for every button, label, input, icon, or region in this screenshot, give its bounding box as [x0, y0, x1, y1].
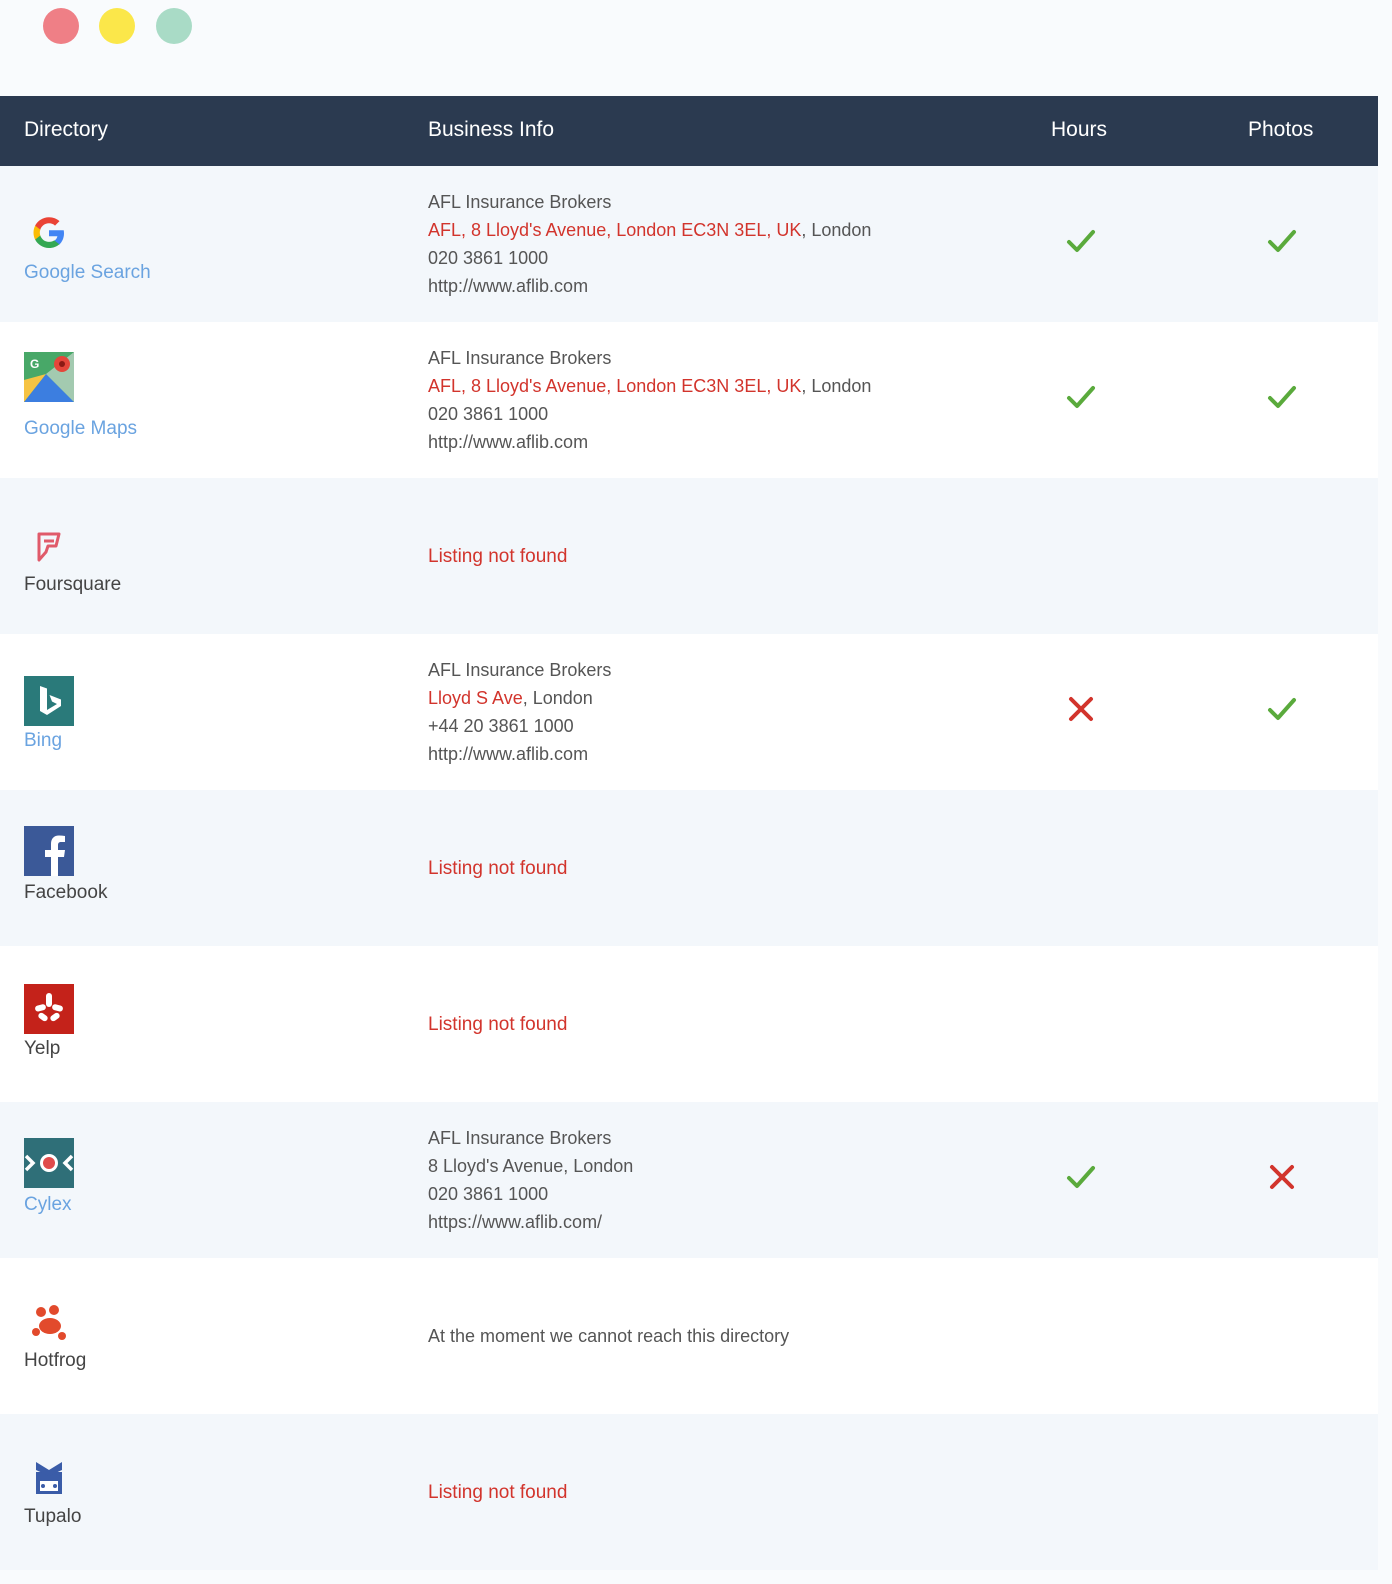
table-row: Bing AFL Insurance Brokers Lloyd S Ave, … [0, 634, 1378, 790]
cross-icon [1069, 697, 1093, 721]
business-name: AFL Insurance Brokers [428, 660, 612, 680]
business-info: AFL Insurance Brokers 8 Lloyd's Avenue, … [428, 1124, 633, 1236]
table-row: Google Search AFL Insurance Brokers AFL,… [0, 166, 1378, 322]
listings-table: Directory Business Info Hours Photos Goo… [0, 96, 1378, 1570]
directory-name-yelp: Yelp [24, 1038, 61, 1059]
address-mismatch: AFL, 8 Lloyd's Avenue, London EC3N 3EL, … [428, 220, 802, 240]
business-website: http://www.aflib.com [428, 432, 589, 452]
table-row: Tupalo Listing not found [0, 1414, 1378, 1570]
directory-link-bing[interactable]: Bing [24, 730, 62, 752]
table-row: Hotfrog At the moment we cannot reach th… [0, 1258, 1378, 1414]
header-business-info: Business Info [428, 118, 555, 141]
directory-unreachable: At the moment we cannot reach this direc… [428, 1326, 790, 1346]
foursquare-icon [37, 532, 61, 562]
svg-text:G: G [30, 357, 39, 371]
directory-name-hotfrog: Hotfrog [24, 1350, 87, 1371]
check-icon [1067, 230, 1095, 252]
bing-icon [24, 676, 74, 726]
close-window-button[interactable] [43, 8, 79, 44]
business-phone: 020 3861 1000 [428, 404, 549, 424]
check-icon [1067, 1166, 1095, 1188]
address-mismatch: AFL, 8 Lloyd's Avenue, London EC3N 3EL, … [428, 376, 802, 396]
tupalo-icon [36, 1462, 62, 1494]
google-icon [33, 217, 64, 248]
listing-not-found: Listing not found [428, 1482, 568, 1503]
business-website: http://www.aflib.com [428, 276, 589, 296]
business-name: AFL Insurance Brokers [428, 1128, 612, 1148]
table-row: G Google Maps AFL Insurance Brokers AFL,… [0, 322, 1378, 478]
business-website: https://www.aflib.com/ [428, 1212, 603, 1232]
address-city: , London [801, 220, 872, 240]
business-name: AFL Insurance Brokers [428, 348, 612, 368]
business-address: Lloyd S Ave, London [428, 684, 611, 712]
google-maps-icon: G [24, 352, 74, 402]
business-phone: +44 20 3861 1000 [428, 716, 574, 736]
directory-link-cylex[interactable]: Cylex [24, 1194, 72, 1216]
address-city: 8 Lloyd's Avenue, London [428, 1156, 634, 1176]
address-city: , London [801, 376, 872, 396]
address-city: , London [522, 688, 593, 708]
directory-link-google-maps[interactable]: Google Maps [24, 418, 137, 440]
yelp-icon [24, 984, 74, 1034]
check-icon [1268, 386, 1296, 408]
business-info: AFL Insurance Brokers Lloyd S Ave, Londo… [428, 656, 611, 768]
listing-not-found: Listing not found [428, 858, 568, 879]
table-row: Yelp Listing not found [0, 946, 1378, 1102]
table-row: Foursquare Listing not found [0, 478, 1378, 634]
header-directory: Directory [24, 118, 109, 141]
business-address: AFL, 8 Lloyd's Avenue, London EC3N 3EL, … [428, 372, 871, 400]
business-info: AFL Insurance Brokers AFL, 8 Lloyd's Ave… [428, 188, 871, 300]
business-address: AFL, 8 Lloyd's Avenue, London EC3N 3EL, … [428, 216, 871, 244]
header-photos: Photos [1248, 118, 1314, 141]
facebook-icon [24, 826, 74, 876]
table-header: Directory Business Info Hours Photos [0, 96, 1378, 166]
table-row: Facebook Listing not found [0, 790, 1378, 946]
minimize-window-button[interactable] [99, 8, 135, 44]
address-mismatch: Lloyd S Ave [428, 688, 523, 708]
cross-icon [1270, 1165, 1294, 1189]
check-icon [1268, 698, 1296, 720]
check-icon [1268, 230, 1296, 252]
business-name: AFL Insurance Brokers [428, 192, 612, 212]
header-hours: Hours [1051, 118, 1108, 141]
business-website: http://www.aflib.com [428, 744, 589, 764]
business-address: 8 Lloyd's Avenue, London [428, 1152, 633, 1180]
hotfrog-icon [32, 1305, 66, 1340]
check-icon [1067, 386, 1095, 408]
listing-not-found: Listing not found [428, 546, 568, 567]
business-info: AFL Insurance Brokers AFL, 8 Lloyd's Ave… [428, 344, 871, 456]
listing-not-found: Listing not found [428, 1014, 568, 1035]
directory-name-facebook: Facebook [24, 882, 108, 903]
directory-name-foursquare: Foursquare [24, 574, 122, 595]
maximize-window-button[interactable] [156, 8, 192, 44]
window-titlebar [0, 0, 1392, 96]
directory-link-google-search[interactable]: Google Search [24, 262, 151, 284]
cylex-icon [24, 1138, 74, 1188]
table-row: Cylex AFL Insurance Brokers 8 Lloyd's Av… [0, 1102, 1378, 1258]
business-phone: 020 3861 1000 [428, 248, 549, 268]
directory-name-tupalo: Tupalo [24, 1506, 82, 1527]
business-phone: 020 3861 1000 [428, 1184, 549, 1204]
